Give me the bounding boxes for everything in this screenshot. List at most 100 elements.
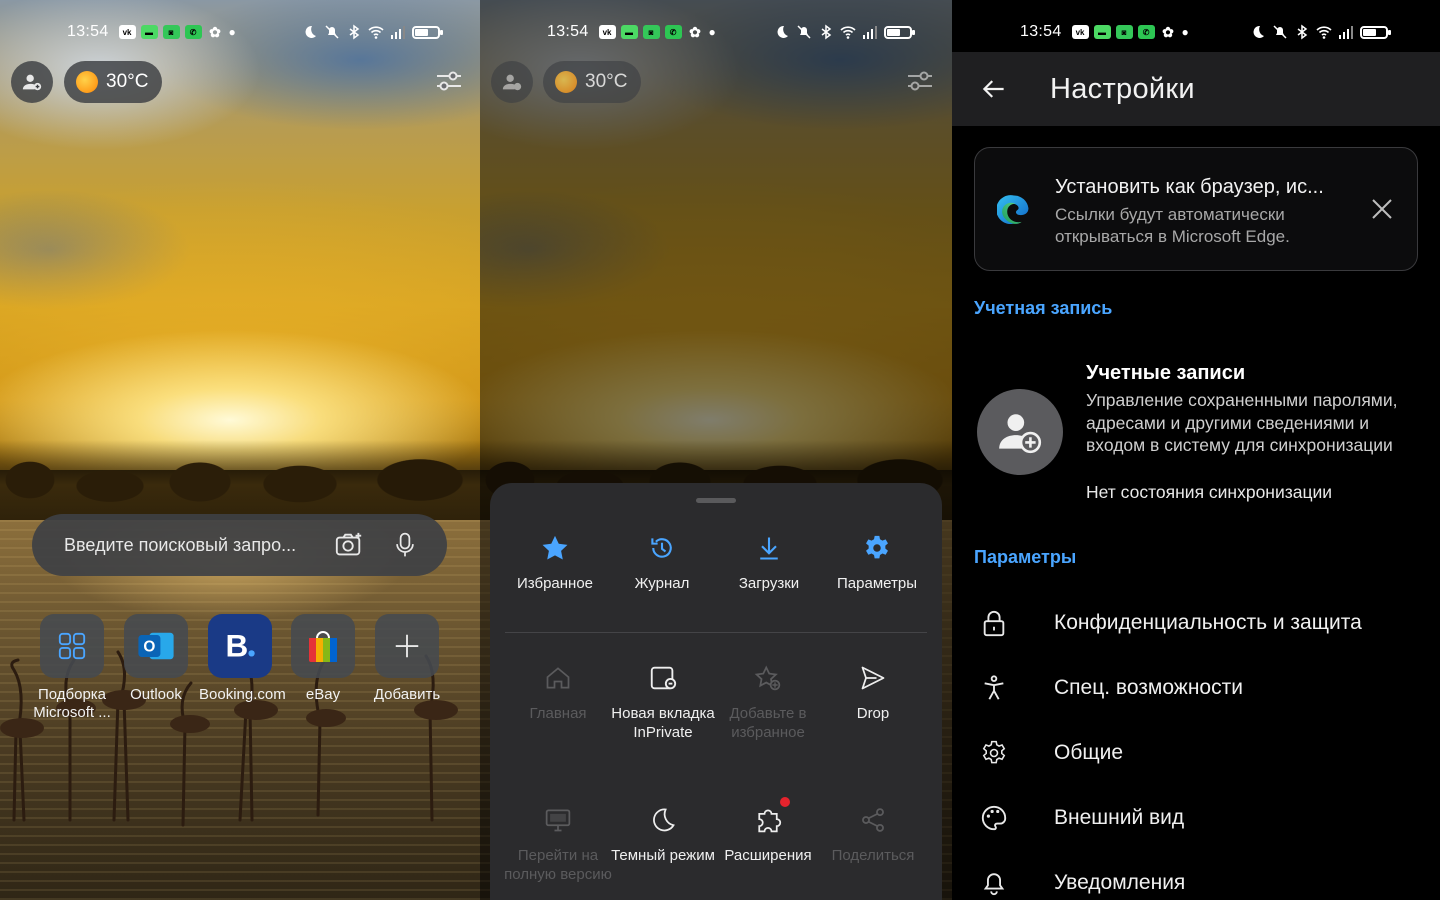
profile-button [491,61,533,103]
menu-item-downloads[interactable]: Загрузки [714,531,824,594]
search-placeholder[interactable]: Введите поисковый запро... [64,535,309,556]
menu-item-desktop-site[interactable]: Перейти на полную версию [503,803,613,884]
gear-icon [860,531,894,565]
share-icon [856,803,890,837]
sunny-icon [76,71,98,93]
more-notifications-icon: ● [708,25,716,39]
weather-temperature: 30°C [585,71,628,92]
tile-outlook[interactable]: O Outlook [115,614,197,704]
menu-item-favorites[interactable]: Избранное [500,531,610,594]
tile-label: Booking.com [199,686,286,703]
menu-item-label: Темный режим [611,847,715,864]
battery-level [415,28,429,36]
settings-row-notifications[interactable]: Уведомления [952,853,1440,900]
settings-row-accessibility[interactable]: Спец. возможности [952,658,1440,718]
svg-text:B: B [225,628,248,664]
weather-widget: 30°C [543,61,642,103]
menu-item-extensions[interactable]: Расширения [713,803,823,866]
sunny-icon [555,71,577,93]
menu-item-dark-mode[interactable]: Темный режим [608,803,718,866]
signal-icon [1338,24,1354,40]
signal-icon [862,24,878,40]
settings-row-label: Общие [1054,741,1124,764]
back-arrow-icon[interactable] [974,69,1014,109]
vk-icon: vk [118,25,136,39]
visual-search-icon[interactable] [333,529,365,561]
avatar [977,389,1063,475]
wallpaper-image [0,0,480,900]
tile-label: Outlook [130,686,182,703]
star-icon [538,531,572,565]
settings-row-label: Спец. возможности [1054,676,1243,699]
menu-item-history[interactable]: Журнал [607,531,717,594]
message-icon: ▬ [1093,25,1111,39]
tile-booking[interactable]: B Booking.com [199,614,286,704]
bell-icon [979,868,1009,898]
menu-item-label: Параметры [837,575,917,592]
phone-icon: ✆ [1137,25,1155,39]
settings-row-general[interactable]: Общие [952,723,1440,783]
menu-item-home[interactable]: Главная [503,661,613,724]
accessibility-icon [979,673,1009,703]
menu-item-label: Журнал [634,575,690,592]
tile-microsoft-collection[interactable]: Подборка Microsoft ... [31,614,113,722]
bluetooth-icon [346,24,362,40]
bluetooth-icon [818,24,834,40]
wifi-icon [1316,24,1332,40]
menu-item-inprivate[interactable]: Новая вкладка InPrivate [608,661,718,742]
microsoft-grid-icon [40,614,104,678]
plus-icon [375,614,439,678]
booking-icon: B [208,614,272,678]
microphone-icon[interactable] [389,529,421,561]
battery-level [1363,28,1377,36]
settings-row-label: Уведомления [1054,871,1186,894]
page-title: Настройки [1050,72,1195,105]
menu-item-add-favorite[interactable]: Добавьте в избранное [713,661,823,742]
more-notifications-icon: ● [1181,25,1189,39]
apps-cluster-icon: ✿ [1162,23,1174,40]
section-header-params: Параметры [974,547,1077,567]
silent-icon [324,24,340,40]
profile-button[interactable] [11,61,53,103]
settings-row-label: Конфиденциальность и защита [1054,611,1362,634]
silent-icon [1272,24,1288,40]
moon-status-icon [1250,24,1266,40]
menu-item-share[interactable]: Поделиться [818,803,928,866]
sheet-drag-handle[interactable] [696,498,736,503]
card-description: Ссылки будут автоматически открываться в… [1055,205,1290,246]
settings-header: Настройки [952,52,1440,126]
add-favorite-icon [751,661,785,695]
default-browser-card[interactable]: Установить как браузер, ис... Ссылки буд… [974,147,1418,271]
menu-divider [505,632,927,633]
menu-item-label: Избранное [516,575,594,592]
menu-item-drop[interactable]: Drop [818,661,928,724]
message-icon: ▬ [620,25,638,39]
status-bar: 13:54 vk ▬ ◙ ✆ ✿ ● [480,18,952,46]
page-settings-icon[interactable] [434,66,464,96]
apps-cluster-icon: ✿ [209,23,221,40]
tile-add[interactable]: Добавить [366,614,448,704]
add-profile-icon [22,74,42,91]
notification-badge [780,797,790,807]
battery-icon [412,25,443,39]
edge-home-screen: 13:54 vk ▬ ◙ ✆ ✿ ● 30°C Введите поисковы… [0,0,480,900]
menu-item-settings[interactable]: Параметры [822,531,932,594]
status-time: 13:54 [1020,23,1062,40]
weather-widget[interactable]: 30°C [64,61,163,103]
download-icon [752,531,786,565]
settings-row-privacy[interactable]: Конфиденциальность и защита [952,593,1440,653]
settings-row-appearance[interactable]: Внешний вид [952,788,1440,848]
send-icon [856,661,890,695]
section-header-account: Учетная запись [974,298,1113,318]
outlook-icon: O [124,614,188,678]
menu-bottom-sheet: Избранное Журнал Загрузки Параметры Глав… [490,483,942,900]
search-bar[interactable]: Введите поисковый запро... [32,514,447,576]
vk-icon: vk [1071,25,1089,39]
close-icon[interactable] [1369,196,1395,222]
tile-ebay[interactable]: eBay [282,614,364,704]
weather-temperature: 30°C [106,71,149,92]
moon-icon [646,803,680,837]
palette-icon [979,803,1009,833]
menu-item-label: Главная [529,705,587,722]
inprivate-tab-icon [646,661,680,695]
